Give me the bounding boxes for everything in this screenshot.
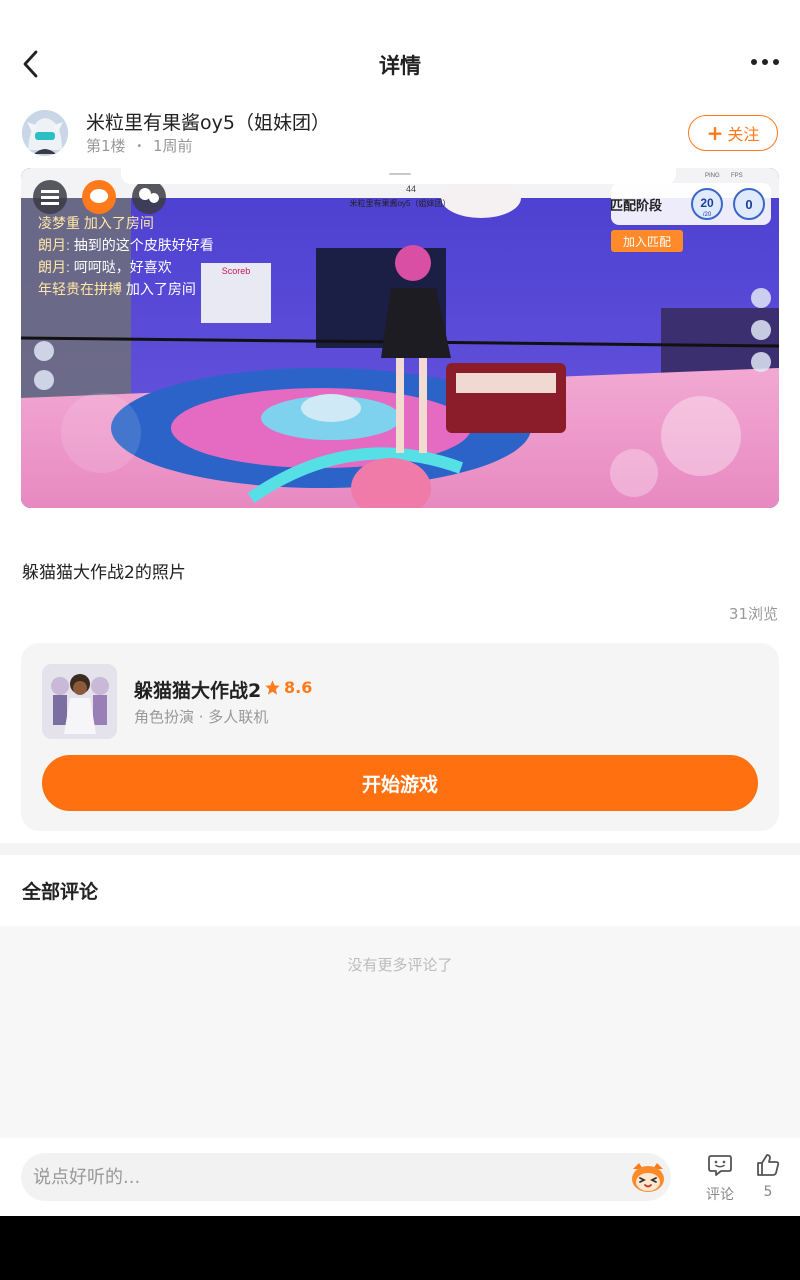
comment-icon [708, 1155, 732, 1176]
chat-line-2: 朗月: 呵呵哒，好喜欢 [38, 259, 172, 275]
author-name[interactable]: 米粒里有果酱oy5（姐妹团） [86, 108, 330, 135]
comments-title: 全部评论 [22, 881, 99, 903]
like-button[interactable]: 5 [748, 1152, 788, 1208]
bottom-bar: 评论 5 [0, 1138, 800, 1216]
section-divider [0, 843, 800, 855]
join-match-label: 加入匹配 [623, 235, 671, 249]
avatar-image [22, 110, 68, 156]
fps-label: FPS [731, 173, 743, 179]
page-title: 详情 [379, 54, 421, 78]
post-time: 1周前 [153, 137, 193, 155]
mascot-emoji-icon [632, 1163, 664, 1192]
follow-label: 关注 [727, 125, 760, 144]
more-button[interactable] [750, 50, 782, 74]
game-scene-image: 凌梦重 加入了房间 朗月: 抽到的这个皮肤好好看 朗月: 呵呵哒，好喜欢 年轻贵… [21, 168, 779, 508]
view-count: 31浏览 [728, 605, 778, 623]
meta-separator: • [136, 141, 143, 152]
comment-label: 评论 [706, 1187, 734, 1203]
game-icon-image [42, 664, 117, 739]
phase-label: 匹配阶段 [610, 198, 662, 213]
coin-count: 44 [406, 184, 416, 194]
game-rating: 8.6 [264, 678, 312, 697]
like-count: 5 [763, 1184, 773, 1200]
ping-label: PING [705, 173, 720, 179]
game-card[interactable]: 躲猫猫大作战2 8.6 角色扮演 · 多人联机 开始游戏 [21, 643, 779, 831]
count-b: 0 [745, 197, 752, 212]
comment-input-box[interactable] [21, 1153, 671, 1201]
post-author-row: 米粒里有果酱oy5（姐妹团） 第1楼 • 1周前 + 关注 [22, 108, 782, 164]
start-game-button[interactable]: 开始游戏 [42, 755, 758, 811]
star-icon [265, 680, 280, 695]
comment-input[interactable] [33, 1153, 613, 1201]
follow-button[interactable]: + 关注 [688, 115, 778, 151]
count-a-sub: /20 [703, 212, 712, 218]
no-more-comments: 没有更多评论了 [347, 956, 453, 974]
chat-line-3: 年轻贵在拼搏 加入了房间 [38, 281, 196, 297]
plus-icon: + [706, 121, 724, 145]
player-tag: 米粒里有果酱oy5（姐妹团） [350, 198, 451, 208]
rating-value: 8.6 [284, 678, 313, 697]
thumbs-up-icon [757, 1154, 780, 1176]
system-nav-bar [0, 1216, 800, 1280]
score-sign: Scoreb [222, 266, 251, 276]
game-name[interactable]: 躲猫猫大作战2 [134, 676, 261, 703]
post-meta: 第1楼 • 1周前 [86, 135, 193, 156]
avatar[interactable] [22, 110, 68, 156]
post-caption: 躲猫猫大作战2的照片 [22, 563, 186, 583]
chat-line-1: 朗月: 抽到的这个皮肤好好看 [38, 237, 214, 253]
post-screenshot[interactable]: 凌梦重 加入了房间 朗月: 抽到的这个皮肤好好看 朗月: 呵呵哒，好喜欢 年轻贵… [21, 168, 779, 508]
count-a: 20 [700, 196, 714, 210]
comments-list: 没有更多评论了 [0, 926, 800, 1138]
floor-label: 第1楼 [86, 137, 126, 155]
comment-button[interactable]: 评论 [700, 1152, 740, 1208]
top-bar: 详情 [0, 0, 800, 100]
chat-top-line: 凌梦重 加入了房间 [38, 215, 154, 231]
emoji-button[interactable] [629, 1159, 667, 1195]
game-tags: 角色扮演 · 多人联机 [134, 708, 269, 726]
game-icon[interactable] [42, 664, 117, 739]
more-dots-icon [751, 59, 779, 65]
